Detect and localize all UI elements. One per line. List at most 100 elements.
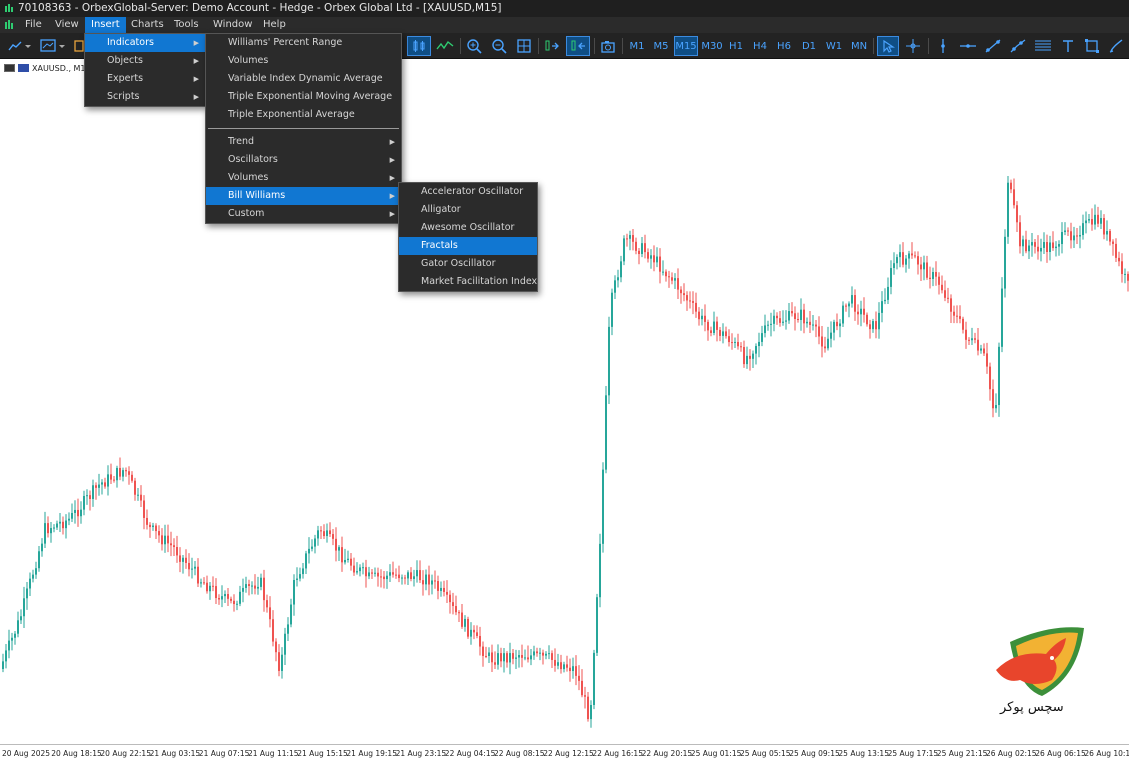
- candle-body: [35, 568, 37, 575]
- menu-charts[interactable]: Charts: [125, 17, 170, 33]
- menu-item-bill-williams[interactable]: Bill Williams ▶: [206, 187, 401, 205]
- menu-item-oscillators[interactable]: Oscillators ▶: [206, 151, 401, 169]
- candle-body: [1103, 218, 1105, 235]
- fibonacci-icon[interactable]: [1007, 36, 1029, 56]
- menu-tools[interactable]: Tools: [168, 17, 205, 33]
- candle-body: [665, 271, 667, 277]
- line-chart-icon[interactable]: [6, 36, 32, 56]
- menu-item-gator-oscillator[interactable]: Gator Oscillator: [399, 255, 537, 273]
- timeframe-h6[interactable]: H6: [774, 36, 794, 56]
- menu-item-vidya[interactable]: Variable Index Dynamic Average: [206, 70, 401, 88]
- chart-shift-icon[interactable]: [566, 36, 590, 56]
- chart-template-icon[interactable]: [38, 36, 66, 56]
- candle-body: [62, 521, 64, 529]
- brush-icon[interactable]: [1105, 36, 1127, 56]
- submenu-arrow-icon: ▶: [389, 174, 395, 182]
- timeframe-w1[interactable]: W1: [824, 36, 844, 56]
- candle-body: [74, 509, 76, 513]
- menu-item-trix[interactable]: Triple Exponential Average: [206, 106, 401, 124]
- candle-body: [662, 271, 664, 273]
- candle-body: [407, 572, 409, 579]
- zoom-in-icon[interactable]: [464, 36, 484, 56]
- menu-item-alligator[interactable]: Alligator: [399, 201, 537, 219]
- menu-item-objects[interactable]: Objects ▶: [85, 52, 205, 70]
- menu-item-volumes-group[interactable]: Volumes ▶: [206, 169, 401, 187]
- text-icon[interactable]: [1057, 36, 1079, 56]
- grid-icon[interactable]: [514, 36, 534, 56]
- candle-body: [587, 696, 589, 720]
- menu-item-market-facilitation-index[interactable]: Market Facilitation Index: [399, 273, 537, 291]
- cursor-icon[interactable]: [877, 36, 899, 56]
- candle-body: [854, 295, 856, 312]
- candle-body: [641, 243, 643, 255]
- menu-item-label: Volumes: [228, 172, 269, 183]
- menu-window[interactable]: Window: [207, 17, 258, 33]
- menu-item-volumes-indicator[interactable]: Volumes: [206, 52, 401, 70]
- timeframe-m15[interactable]: M15: [674, 36, 698, 56]
- candle-body: [557, 662, 559, 666]
- shapes-icon[interactable]: [1081, 36, 1103, 56]
- candle-body: [416, 570, 418, 577]
- timeframe-m1[interactable]: M1: [626, 36, 648, 56]
- candle-body: [728, 336, 730, 343]
- timeframe-m5[interactable]: M5: [650, 36, 672, 56]
- candle-body: [764, 325, 766, 334]
- candle-body: [305, 553, 307, 569]
- timeframe-h4[interactable]: H4: [750, 36, 770, 56]
- menu-item-scripts[interactable]: Scripts ▶: [85, 88, 205, 106]
- candle-body: [794, 313, 796, 319]
- menu-item-indicators[interactable]: Indicators ▶: [85, 34, 205, 52]
- candle-body: [830, 332, 832, 339]
- menu-item-experts[interactable]: Experts ▶: [85, 70, 205, 88]
- zoom-out-icon[interactable]: [489, 36, 509, 56]
- time-axis-label: 20 Aug 2025: [2, 749, 51, 758]
- candle-body: [695, 302, 697, 312]
- menu-view[interactable]: View: [49, 17, 85, 33]
- timeframe-h1[interactable]: H1: [726, 36, 746, 56]
- horizontal-line-icon[interactable]: [957, 36, 979, 56]
- candles-icon[interactable]: [407, 36, 431, 56]
- candle-body: [332, 534, 334, 539]
- menu-file[interactable]: File: [19, 17, 48, 33]
- timeframe-d1[interactable]: D1: [799, 36, 819, 56]
- menu-help[interactable]: Help: [257, 17, 292, 33]
- menu-bar: File View Insert Charts Tools Window Hel…: [0, 17, 1129, 33]
- trend-line-icon[interactable]: [982, 36, 1004, 56]
- menu-insert[interactable]: Insert: [85, 17, 126, 33]
- candle-body: [290, 604, 292, 625]
- candle-body: [1124, 273, 1126, 275]
- candle-body: [1100, 218, 1102, 224]
- candle-body: [164, 535, 166, 545]
- menu-item-williams-percent-range[interactable]: Williams' Percent Range: [206, 34, 401, 52]
- candle-body: [137, 494, 139, 496]
- menu-item-trend[interactable]: Trend ▶: [206, 133, 401, 151]
- menu-item-tema[interactable]: Triple Exponential Moving Average: [206, 88, 401, 106]
- timeframe-mn[interactable]: MN: [848, 36, 870, 56]
- candle-body: [857, 311, 859, 315]
- candle-body: [128, 471, 130, 475]
- candle-body: [458, 612, 460, 614]
- candle-body: [1109, 231, 1111, 242]
- candle-body: [1058, 244, 1060, 247]
- candle-body: [1064, 230, 1066, 233]
- candle-body: [1049, 242, 1051, 252]
- line-icon[interactable]: [434, 36, 456, 56]
- menu-item-awesome-oscillator[interactable]: Awesome Oscillator: [399, 219, 537, 237]
- candle-body: [101, 482, 103, 485]
- timeframe-m30[interactable]: M30: [700, 36, 724, 56]
- candle-body: [326, 530, 328, 537]
- candle-body: [797, 318, 799, 320]
- candle-body: [572, 666, 574, 672]
- screenshot-icon[interactable]: [598, 36, 618, 56]
- menu-item-fractals[interactable]: Fractals: [399, 237, 537, 255]
- menu-item-accelerator-oscillator[interactable]: Accelerator Oscillator: [399, 183, 537, 201]
- autoscroll-icon[interactable]: [542, 36, 564, 56]
- candlestick-chart[interactable]: [0, 59, 1129, 744]
- vertical-line-icon[interactable]: [932, 36, 954, 56]
- menu-logo-icon[interactable]: [4, 20, 14, 30]
- crosshair-icon[interactable]: [902, 36, 924, 56]
- channel-icon[interactable]: [1032, 36, 1054, 56]
- candle-body: [521, 655, 523, 658]
- menu-item-custom[interactable]: Custom ▶: [206, 205, 401, 223]
- candle-body: [1070, 231, 1072, 241]
